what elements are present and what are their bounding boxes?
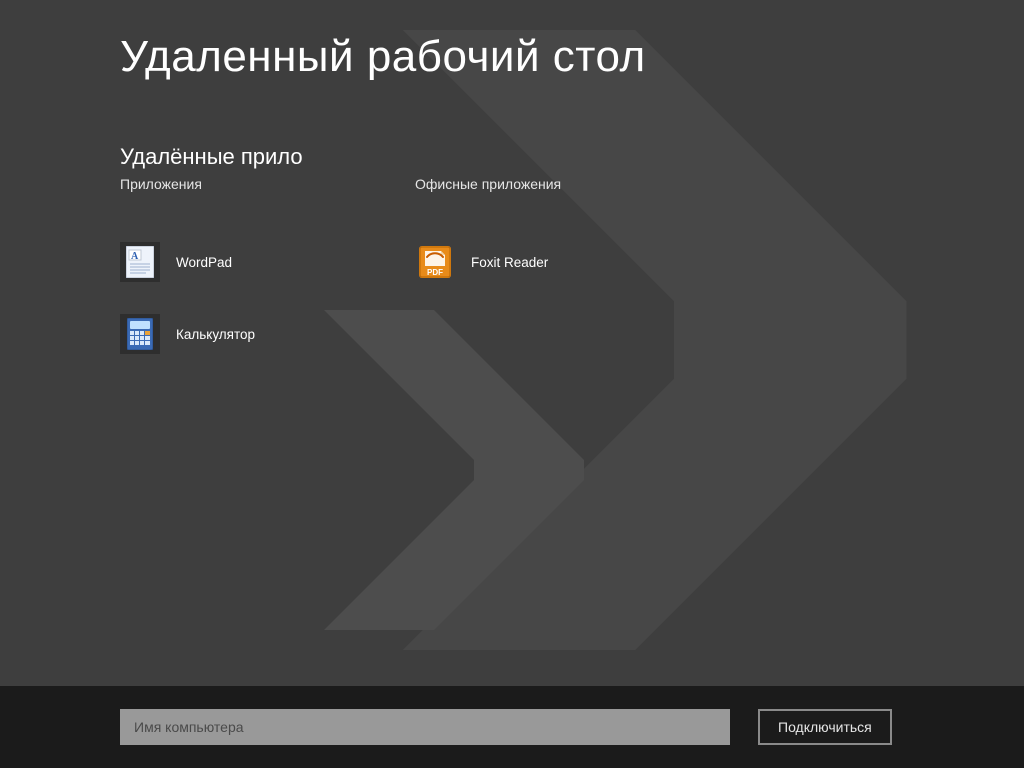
tile-icon-wrap: A [120,242,160,282]
wordpad-icon: A [126,246,154,278]
bg-arrow-small-icon [324,310,644,630]
tile-list: A WordPad [120,242,415,354]
computer-name-input[interactable] [120,709,730,745]
tile-foxit-reader[interactable]: PDF Foxit Reader [415,242,548,282]
tile-icon-wrap: PDF [415,242,455,282]
calculator-icon [127,318,153,350]
app-columns: Приложения A [120,170,984,354]
tile-icon-wrap [120,314,160,354]
tile-label: Foxit Reader [471,255,548,270]
svg-text:A: A [131,251,139,262]
tile-label: Калькулятор [176,327,255,342]
section-title: Удалённые прило [120,144,984,170]
tile-wordpad[interactable]: A WordPad [120,242,232,282]
foxit-reader-icon: PDF [419,246,451,278]
connect-button[interactable]: Подключиться [758,709,892,745]
column-applications: Приложения A [120,170,415,354]
bottom-bar: Подключиться [0,686,1024,768]
svg-text:PDF: PDF [427,268,443,277]
tile-label: WordPad [176,255,232,270]
tile-list: PDF Foxit Reader [415,242,710,282]
page-title: Удаленный рабочий стол [120,32,984,82]
tile-calculator[interactable]: Калькулятор [120,314,255,354]
column-office-applications: Офисные приложения PDF Foxit Reader [415,170,710,354]
column-header: Приложения [120,176,415,192]
column-header: Офисные приложения [415,176,710,192]
